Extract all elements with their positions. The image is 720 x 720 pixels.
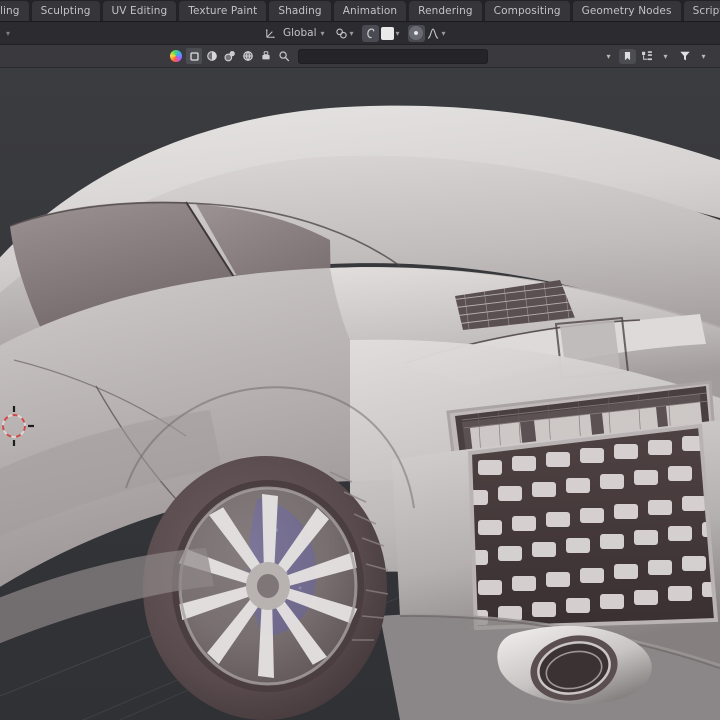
editor-type-area: ▾ (0, 29, 262, 38)
workspace-tab-modeling[interactable]: ling (0, 1, 29, 21)
workspace-tab-bar: ling Sculpting UV Editing Texture Paint … (0, 0, 720, 22)
workspace-tab-rendering[interactable]: Rendering (409, 1, 482, 21)
workspace-tab-compositing[interactable]: Compositing (484, 1, 570, 21)
transform-orientation-icon (262, 25, 279, 42)
outliner-header-right-tools: ▾ ▾ ▾ (600, 48, 712, 64)
3d-viewport[interactable] (0, 68, 720, 720)
transform-orientation-group[interactable]: Global ▾ (262, 25, 325, 42)
search-icon[interactable] (276, 48, 292, 64)
filter-funnel-icon[interactable] (676, 49, 693, 64)
chevron-down-icon[interactable]: ▾ (321, 29, 325, 38)
blender-window: ling Sculpting UV Editing Texture Paint … (0, 0, 720, 720)
restrict-viewport-icon[interactable] (240, 48, 256, 64)
snap-magnet-icon[interactable] (333, 25, 350, 42)
outliner-header: ▾ ▾ ▾ (0, 45, 720, 68)
workspace-tab-shading[interactable]: Shading (269, 1, 331, 21)
workspace-tab-animation[interactable]: Animation (333, 1, 407, 21)
falloff-curve-icon[interactable] (425, 25, 442, 42)
chevron-down-icon[interactable]: ▾ (396, 29, 400, 38)
car-model (0, 105, 720, 720)
outliner-filter-icons (168, 48, 488, 64)
hierarchy-icon[interactable] (638, 49, 655, 64)
workspace-tab-uv-editing[interactable]: UV Editing (102, 1, 177, 21)
chevron-down-icon[interactable]: ▾ (6, 29, 10, 38)
bookmark-icon[interactable] (619, 48, 636, 64)
restrict-instanced-icon[interactable] (258, 48, 274, 64)
restrict-select-icon[interactable] (186, 48, 202, 64)
transform-orientation-value[interactable]: Global (283, 27, 317, 39)
workspace-tab-geometry-nodes[interactable]: Geometry Nodes (572, 1, 681, 21)
workspace-tab-texture-paint[interactable]: Texture Paint (179, 1, 267, 21)
proportional-falloff-swatch[interactable] (379, 25, 396, 42)
restrict-render-icon[interactable] (222, 48, 238, 64)
chevron-down-icon[interactable]: ▾ (695, 49, 712, 64)
chevron-down-icon[interactable]: ▾ (442, 29, 446, 38)
proportional-falloff-icon[interactable] (407, 24, 425, 42)
chevron-down-icon[interactable]: ▾ (600, 49, 617, 64)
viewport-render (0, 105, 720, 720)
restrict-view-icon[interactable] (204, 48, 220, 64)
viewport-transform-header: ▾ Global ▾ ▾ ▾ ▾ (0, 22, 720, 45)
outliner-search-input[interactable] (298, 48, 488, 64)
render-shading-sphere-icon[interactable] (168, 48, 184, 64)
chevron-down-icon[interactable]: ▾ (350, 29, 354, 38)
proportional-editing-icon[interactable] (361, 24, 379, 42)
workspace-tab-scripting[interactable]: Scripting (683, 1, 720, 21)
workspace-tab-sculpting[interactable]: Sculpting (31, 1, 100, 21)
chevron-down-icon[interactable]: ▾ (657, 49, 674, 64)
